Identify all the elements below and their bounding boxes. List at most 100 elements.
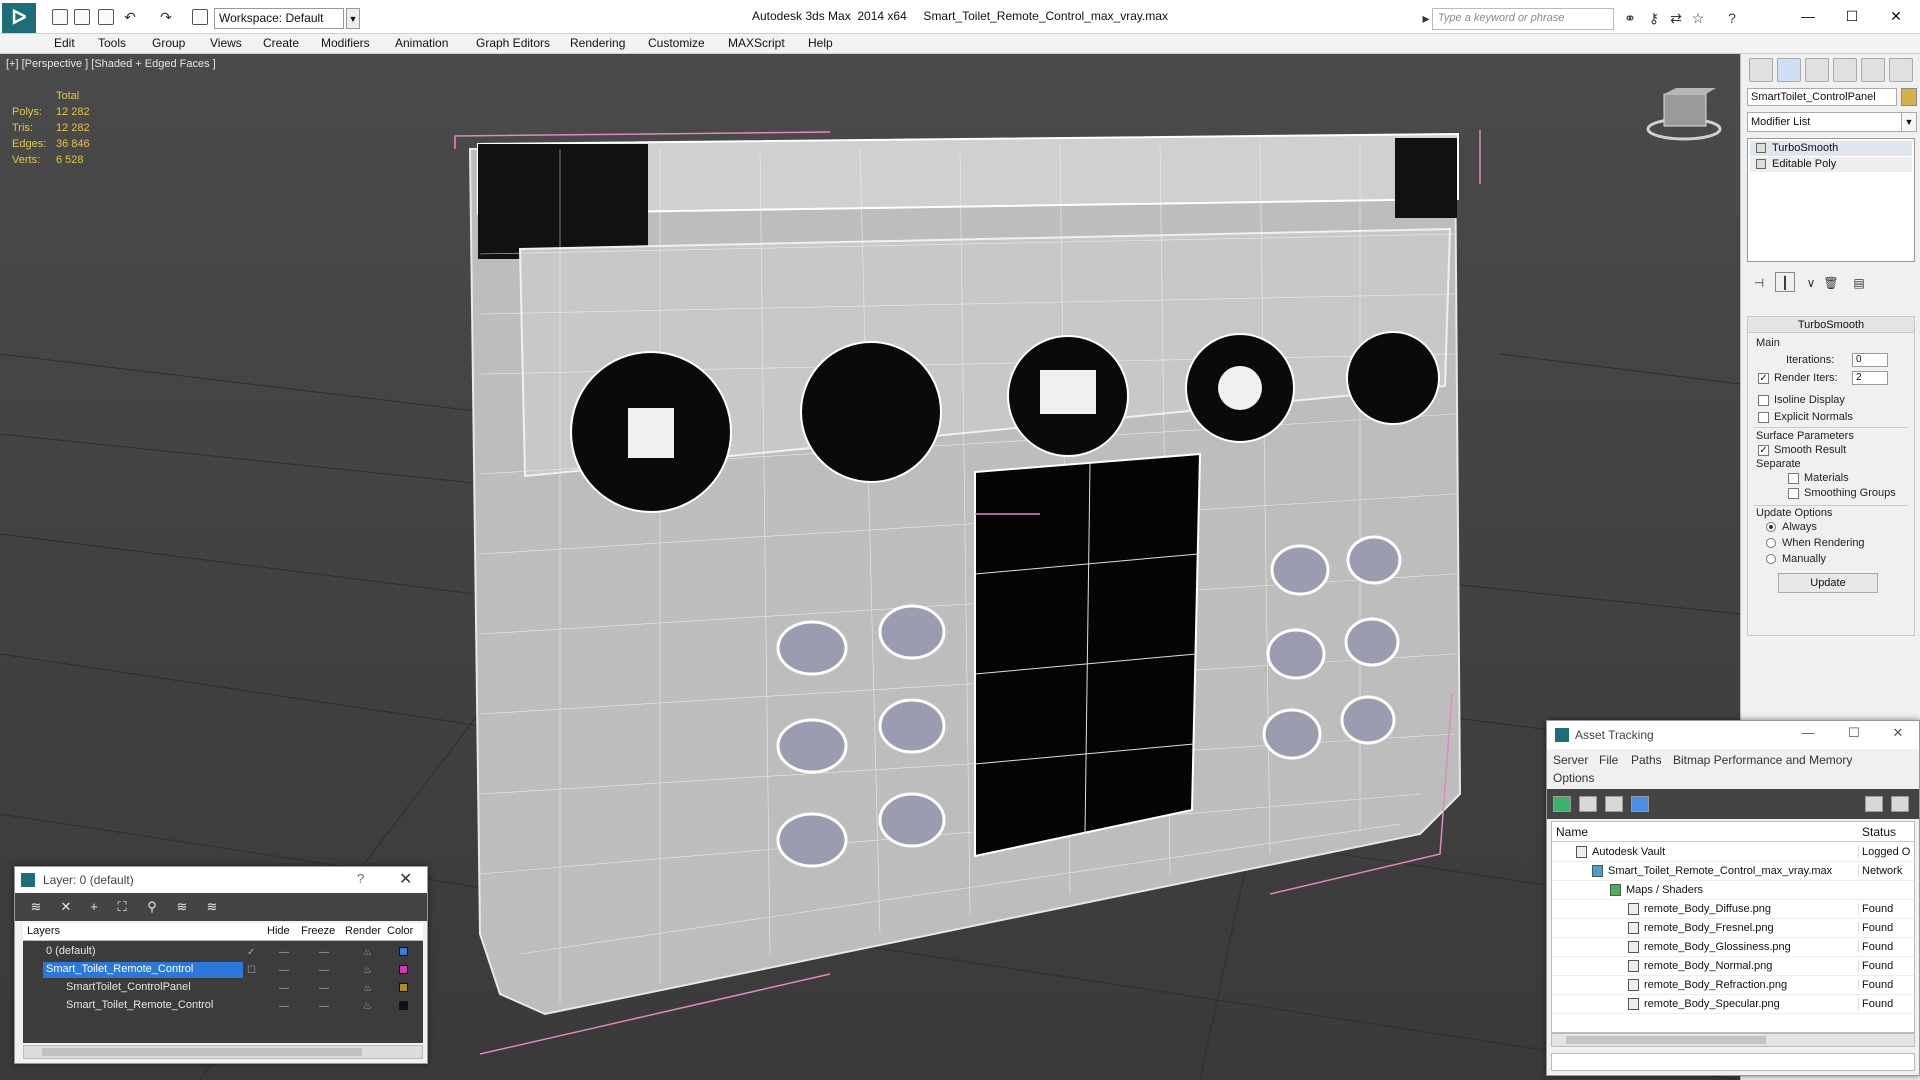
utilities-tab-icon[interactable] xyxy=(1889,58,1913,82)
asset-row[interactable]: remote_Body_Diffuse.png Found xyxy=(1552,900,1914,919)
display-tab-icon[interactable] xyxy=(1861,58,1885,82)
when-rendering-radio[interactable] xyxy=(1766,538,1776,548)
menu-paths[interactable]: Paths xyxy=(1631,753,1662,767)
asset-row[interactable]: Maps / Shaders xyxy=(1552,881,1914,900)
always-radio[interactable] xyxy=(1766,522,1776,532)
help-button[interactable]: ? xyxy=(357,871,364,886)
layer-window-titlebar[interactable]: Layer: 0 (default) ? ✕ xyxy=(15,867,427,893)
hide-toggle[interactable]: — xyxy=(279,947,293,958)
maximize-button[interactable]: ☐ xyxy=(1839,725,1869,745)
isoline-checkbox[interactable] xyxy=(1758,395,1769,406)
column-layers[interactable]: Layers xyxy=(27,925,60,937)
redo-icon[interactable]: ↷ xyxy=(158,9,174,25)
layer-color-swatch[interactable] xyxy=(399,1001,408,1010)
menu-options[interactable]: Options xyxy=(1553,771,1594,785)
render-iters-checkbox[interactable]: ✓ xyxy=(1758,373,1769,384)
hide-toggle[interactable]: — xyxy=(279,1001,293,1012)
column-freeze[interactable]: Freeze xyxy=(301,925,335,937)
column-name[interactable]: Name xyxy=(1556,825,1588,839)
configure-sets-icon[interactable]: ▤ xyxy=(1849,272,1869,292)
show-end-result-icon[interactable]: ┃ xyxy=(1775,272,1795,292)
menu-bitmap-performance[interactable]: Bitmap Performance and Memory xyxy=(1673,753,1852,767)
column-status[interactable]: Status xyxy=(1862,825,1896,839)
render-teapot-icon[interactable]: ♨ xyxy=(363,1001,377,1012)
thumbnail-view-icon[interactable] xyxy=(1605,796,1623,812)
menu-modifiers[interactable]: Modifiers xyxy=(321,36,370,50)
minimize-button[interactable]: — xyxy=(1793,725,1823,745)
menu-group[interactable]: Group xyxy=(152,36,185,50)
layer-color-swatch[interactable] xyxy=(399,965,408,974)
materials-checkbox[interactable] xyxy=(1788,473,1799,484)
key-icon[interactable]: ⚷ xyxy=(1646,10,1662,26)
layer-row[interactable]: Smart_Toilet_Remote_Control ☐ — — ♨ xyxy=(23,961,423,979)
hide-all-icon[interactable]: ≋ xyxy=(173,899,191,915)
rollout-title[interactable]: TurboSmooth xyxy=(1748,317,1914,333)
menu-customize[interactable]: Customize xyxy=(648,36,705,50)
expand-plus-icon[interactable] xyxy=(1756,159,1766,169)
select-objects-icon[interactable]: ⛶ xyxy=(113,899,131,915)
hide-toggle[interactable]: — xyxy=(279,983,293,994)
horizontal-scrollbar[interactable] xyxy=(23,1045,423,1059)
undo-icon[interactable]: ↶ xyxy=(122,9,138,25)
freeze-toggle[interactable]: — xyxy=(319,983,333,994)
menu-rendering[interactable]: Rendering xyxy=(570,36,625,50)
scrollbar-thumb[interactable] xyxy=(42,1048,362,1056)
menu-file[interactable]: File xyxy=(1599,753,1618,767)
open-file-icon[interactable] xyxy=(74,9,90,25)
freeze-toggle[interactable]: — xyxy=(319,947,333,958)
list-view-icon[interactable] xyxy=(1579,796,1597,812)
menu-help[interactable]: Help xyxy=(808,36,833,50)
active-toggle[interactable]: ☐ xyxy=(247,965,261,976)
layer-color-swatch[interactable] xyxy=(399,947,408,956)
new-file-icon[interactable] xyxy=(52,9,68,25)
scrollbar-thumb[interactable] xyxy=(1566,1036,1766,1044)
create-tab-icon[interactable] xyxy=(1749,58,1773,82)
make-unique-icon[interactable]: ∨ xyxy=(1801,272,1821,292)
lightbulb-icon[interactable] xyxy=(1756,143,1766,153)
minimize-button[interactable]: — xyxy=(1786,4,1830,28)
hide-toggle[interactable]: — xyxy=(279,965,293,976)
menu-server[interactable]: Server xyxy=(1553,753,1588,767)
modifier-list-dropdown[interactable]: Modifier List xyxy=(1747,112,1907,132)
asset-window-titlebar[interactable]: Asset Tracking — ☐ ✕ xyxy=(1547,721,1919,749)
maximize-button[interactable]: ☐ xyxy=(1830,4,1874,28)
column-render[interactable]: Render xyxy=(345,925,381,937)
smoothing-groups-checkbox[interactable] xyxy=(1788,488,1799,499)
pin-stack-icon[interactable]: ⊣ xyxy=(1749,272,1769,292)
close-button[interactable]: ✕ xyxy=(1874,4,1918,28)
render-iters-spinner[interactable]: 2 xyxy=(1852,371,1888,385)
workspace-dropdown[interactable]: Workspace: Default xyxy=(214,8,344,29)
freeze-toggle[interactable]: — xyxy=(319,1001,333,1012)
render-teapot-icon[interactable]: ♨ xyxy=(363,965,377,976)
manually-radio[interactable] xyxy=(1766,554,1776,564)
iterations-spinner[interactable]: 0 xyxy=(1852,353,1888,367)
column-color[interactable]: Color xyxy=(387,925,413,937)
asset-row[interactable]: Smart_Toilet_Remote_Control_max_vray.max… xyxy=(1552,862,1914,881)
active-check-icon[interactable]: ✓ xyxy=(247,947,261,958)
table-view-icon[interactable] xyxy=(1631,796,1649,812)
layer-color-swatch[interactable] xyxy=(399,983,408,992)
menu-graph-editors[interactable]: Graph Editors xyxy=(476,36,550,50)
freeze-all-icon[interactable]: ≋ xyxy=(203,899,221,915)
explicit-normals-checkbox[interactable] xyxy=(1758,412,1769,423)
close-button[interactable]: ✕ xyxy=(399,869,412,889)
viewport-label[interactable]: [+] [Perspective ] [Shaded + Edged Faces… xyxy=(6,58,216,70)
horizontal-scrollbar[interactable] xyxy=(1551,1033,1915,1047)
remove-modifier-icon[interactable]: 🗑 xyxy=(1821,272,1841,292)
save-file-icon[interactable] xyxy=(98,9,114,25)
menu-animation[interactable]: Animation xyxy=(395,36,448,50)
asset-row[interactable]: remote_Body_Fresnel.png Found xyxy=(1552,919,1914,938)
app-logo-icon[interactable]: ᐅ xyxy=(2,3,36,33)
layer-row[interactable]: SmartToilet_ControlPanel — — ♨ xyxy=(23,979,423,997)
menu-tools[interactable]: Tools xyxy=(98,36,126,50)
settings-icon[interactable] xyxy=(1891,796,1909,812)
object-name-field[interactable]: SmartToilet_ControlPanel xyxy=(1747,88,1897,106)
asset-row[interactable]: remote_Body_Refraction.png Found xyxy=(1552,976,1914,995)
project-folder-icon[interactable] xyxy=(192,9,208,25)
add-selection-icon[interactable]: + xyxy=(85,899,103,915)
object-color-swatch[interactable] xyxy=(1901,88,1917,106)
render-teapot-icon[interactable]: ♨ xyxy=(363,983,377,994)
stack-item-editable-poly[interactable]: Editable Poly xyxy=(1750,157,1912,172)
close-button[interactable]: ✕ xyxy=(1883,725,1913,745)
menu-create[interactable]: Create xyxy=(263,36,299,50)
